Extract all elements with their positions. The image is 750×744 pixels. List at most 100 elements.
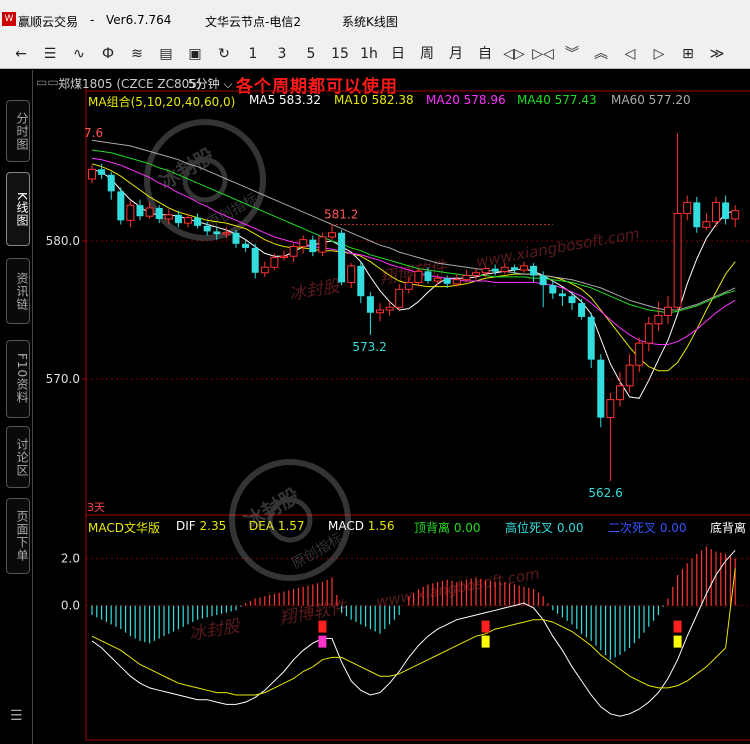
watermark-brand: 冰封股 (287, 276, 343, 305)
candle-body (481, 268, 490, 274)
candle-body (452, 279, 461, 285)
candle-body (731, 210, 740, 220)
kline-chart[interactable]: 580.0570.03天2.00.0 冰封股原创指标冰封股原创指标冰封股翔博软件… (0, 0, 750, 744)
candle-body (722, 202, 730, 219)
candle-50 (568, 292, 576, 310)
low-price-label: 573.2 (352, 340, 386, 354)
price-axis-label: 570.0 (46, 372, 80, 386)
candle-body (280, 255, 288, 259)
candle-body (164, 214, 173, 220)
candle-body (597, 359, 605, 418)
candle-0 (88, 165, 96, 184)
candle-body (155, 207, 163, 219)
signal-marker-top (673, 620, 682, 633)
candle-body (299, 239, 308, 248)
candle-body (606, 399, 615, 419)
candle-26 (338, 230, 346, 286)
candle-body (98, 169, 106, 175)
candle-body (414, 270, 423, 283)
candle-11 (194, 213, 202, 229)
low-price-label-2: 562.6 (588, 486, 622, 500)
candle-body (145, 207, 154, 217)
candle-body (251, 247, 259, 273)
candle-32 (395, 283, 404, 310)
candle-59 (654, 301, 663, 331)
candle-body (616, 385, 624, 401)
candle-64 (702, 213, 711, 230)
candle-body (530, 265, 538, 276)
candle-5 (136, 199, 144, 221)
candle-body (357, 265, 365, 297)
candle-body (520, 265, 528, 271)
watermark-brand: 冰封股 (187, 616, 243, 645)
candle-25 (328, 224, 336, 240)
candle-body (712, 201, 720, 223)
candle-body (117, 191, 125, 221)
candle-body (472, 272, 480, 277)
candle-body (232, 232, 240, 244)
candle-body (424, 271, 432, 282)
signal-marker-top (318, 620, 327, 633)
watermark-seal: 冰封股原创指标 (229, 459, 351, 581)
candle-body (184, 217, 192, 224)
candle-body (107, 174, 115, 192)
candle-body (126, 204, 135, 221)
candle-60 (664, 296, 672, 324)
candle-56 (625, 354, 634, 393)
candle-body (347, 265, 356, 283)
signal-marker-bottom (673, 635, 682, 648)
candle-52 (587, 312, 595, 368)
candle-54 (606, 392, 615, 482)
candle-34 (414, 268, 423, 287)
candle-body (500, 266, 509, 272)
candle-body (539, 275, 547, 286)
signal-marker-top (481, 620, 490, 633)
candle-body (664, 306, 672, 317)
candle-body (404, 281, 413, 290)
candle-62 (683, 195, 692, 221)
candle-body (702, 221, 711, 228)
candle-65 (712, 196, 720, 228)
candle-51 (578, 298, 586, 320)
candle-29 (366, 292, 374, 335)
candle-body (673, 212, 682, 308)
candle-47 (539, 271, 547, 308)
candle-46 (530, 263, 538, 283)
candle-21 (289, 243, 298, 262)
candle-body (395, 288, 404, 308)
candle-66 (722, 195, 730, 225)
macd-axis-label: 0.0 (61, 599, 80, 613)
candle-49 (558, 289, 566, 306)
candle-53 (597, 354, 605, 428)
candle-body (683, 201, 692, 214)
top-left-price-label: 7.6 (84, 126, 103, 140)
candle-body (693, 202, 701, 228)
signal-marker-bottom (481, 635, 490, 648)
candle-body (433, 277, 442, 282)
candle-body (289, 246, 298, 257)
candle-48 (549, 281, 557, 299)
watermark-seal: 冰封股原创指标 (144, 119, 266, 241)
candle-27 (347, 263, 356, 288)
candle-57 (635, 337, 644, 373)
candle-30 (376, 303, 384, 322)
candle-63 (693, 196, 701, 233)
candle-body (443, 278, 451, 284)
candle-body (194, 217, 202, 226)
candle-18 (260, 261, 269, 277)
signal-marker-bottom (318, 635, 327, 648)
candle-body (491, 268, 499, 272)
candle-body (462, 275, 471, 281)
candle-58 (644, 316, 653, 352)
price-axis-label: 580.0 (46, 234, 80, 248)
candle-body (568, 296, 576, 304)
macd-axis-label: 2.0 (61, 552, 80, 566)
candle-3 (117, 187, 125, 225)
candle-body (318, 236, 327, 253)
menu-icon[interactable]: ☰ (10, 708, 23, 724)
candle-28 (357, 261, 365, 304)
watermark-url: www.xiangbosoft.com (475, 224, 641, 270)
candle-4 (126, 201, 135, 228)
time-range-label: 3天 (87, 501, 105, 514)
candle-body (578, 303, 586, 317)
